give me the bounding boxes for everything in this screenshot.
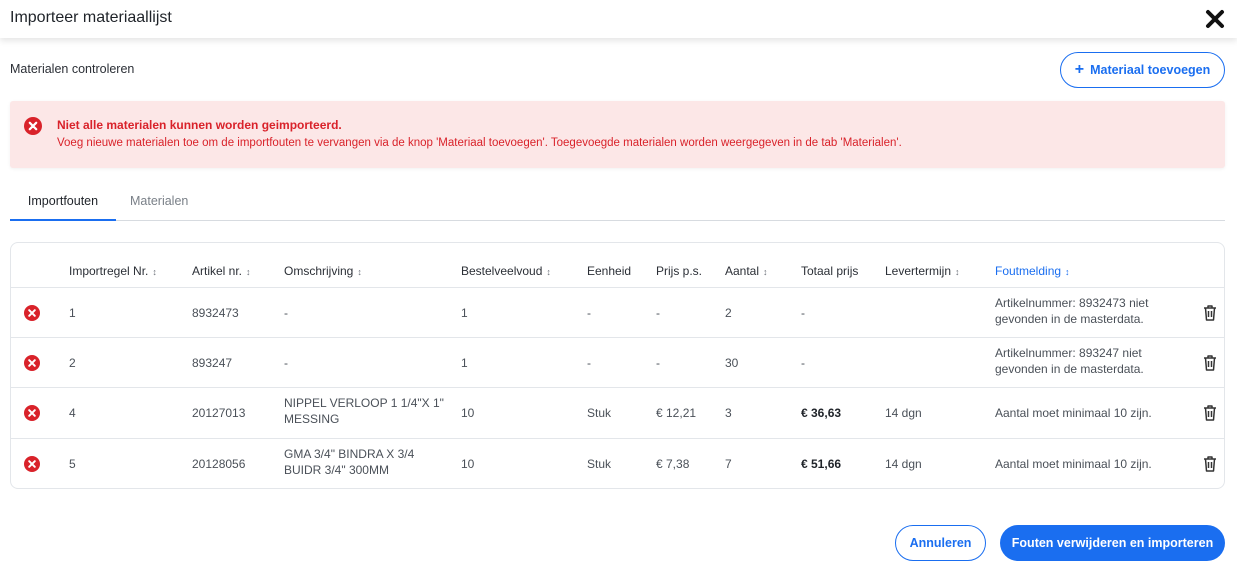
column-header-bestelveelvoud[interactable]: Bestelveelvoud ↕ [461, 264, 551, 278]
cell-omschrijving: GMA 3/4" BINDRA X 3/4 BUIDR 3/4" 300MM [284, 447, 415, 477]
cell-omschrijving: - [284, 356, 288, 370]
cell-prijs: € 12,21 [656, 406, 697, 420]
trash-icon[interactable] [1202, 354, 1218, 371]
column-header-totaal: Totaal prijs [801, 264, 859, 278]
cell-bestelveelvoud: 1 [461, 356, 468, 370]
sort-icon: ↕ [1065, 267, 1070, 277]
cell-totaal: € 36,63 [801, 406, 842, 420]
cell-bestelveelvoud: 10 [461, 457, 475, 471]
cell-eenheid: - [587, 356, 591, 370]
cell-foutmelding: Artikelnummer: 8932473 niet gevonden in … [995, 296, 1149, 326]
table-row: 5 20128056 GMA 3/4" BINDRA X 3/4 BUIDR 3… [11, 438, 1224, 488]
tab-bar: Importfouten Materialen [10, 190, 1225, 221]
error-circle-icon [24, 405, 40, 421]
column-header-prijs: Prijs p.s. [656, 264, 703, 278]
cell-artikel: 893247 [192, 356, 233, 370]
cell-nr: 1 [69, 306, 76, 320]
import-errors-table: Importregel Nr. ↕ Artikel nr. ↕ Omschrijvi… [10, 242, 1225, 489]
error-circle-icon [24, 305, 40, 321]
sort-icon: ↕ [246, 267, 251, 277]
table-row: 4 20127013 NIPPEL VERLOOP 1 1/4"X 1" MES… [11, 387, 1224, 437]
sort-icon: ↕ [152, 267, 157, 277]
cell-aantal: 30 [725, 356, 739, 370]
sort-icon: ↕ [357, 267, 362, 277]
sort-icon: ↕ [955, 267, 960, 277]
cell-foutmelding: Artikelnummer: 893247 niet gevonden in d… [995, 346, 1144, 376]
column-header-omschrijving[interactable]: Omschrijving ↕ [284, 264, 362, 278]
cell-bestelveelvoud: 1 [461, 306, 468, 320]
cell-aantal: 3 [725, 406, 732, 420]
cell-levertermijn: 14 dgn [885, 457, 922, 471]
table-row: 2 893247 - 1 - - 30 - Artikelnummer: 893… [11, 337, 1224, 387]
column-header-aantal[interactable]: Aantal ↕ [725, 264, 768, 278]
error-circle-icon [24, 355, 40, 371]
cell-prijs: - [656, 356, 660, 370]
column-header-eenheid: Eenheid [587, 264, 632, 278]
cell-totaal: - [801, 356, 805, 370]
sort-icon: ↕ [546, 267, 551, 277]
error-circle-icon [24, 117, 42, 135]
cell-artikel: 20128056 [192, 457, 246, 471]
cell-omschrijving: - [284, 306, 288, 320]
cell-aantal: 7 [725, 457, 732, 471]
dialog-header: Importeer materiaallijst [0, 0, 1237, 38]
remove-errors-and-import-button[interactable]: Fouten verwijderen en importeren [1000, 525, 1225, 561]
sort-icon: ↕ [763, 267, 768, 277]
cell-eenheid: - [587, 306, 591, 320]
cell-foutmelding: Aantal moet minimaal 10 zijn. [995, 457, 1152, 471]
cell-foutmelding: Aantal moet minimaal 10 zijn. [995, 406, 1152, 420]
trash-icon[interactable] [1202, 304, 1218, 321]
column-header-foutmelding[interactable]: Foutmelding ↕ [995, 264, 1070, 278]
add-material-label: Materiaal toevoegen [1090, 63, 1211, 77]
column-header-importregel[interactable]: Importregel Nr. ↕ [69, 264, 157, 278]
cell-artikel: 8932473 [192, 306, 239, 320]
cell-totaal: € 51,66 [801, 457, 842, 471]
cell-aantal: 2 [725, 306, 732, 320]
table-row: 1 8932473 - 1 - - 2 - Artikelnummer: 893… [11, 288, 1224, 338]
trash-icon[interactable] [1202, 404, 1218, 421]
tab-importfouten[interactable]: Importfouten [10, 194, 116, 221]
cell-omschrijving: NIPPEL VERLOOP 1 1/4"X 1" MESSING [284, 396, 444, 426]
column-header-artikel[interactable]: Artikel nr. ↕ [192, 264, 251, 278]
dialog-title: Importeer materiaallijst [10, 9, 172, 26]
alert-message: Voeg nieuwe materialen toe om de importf… [57, 137, 902, 149]
trash-icon[interactable] [1202, 455, 1218, 472]
error-alert: Niet alle materialen kunnen worden geimp… [10, 101, 1225, 168]
cell-prijs: - [656, 306, 660, 320]
column-header-levertermijn[interactable]: Levertermijn ↕ [885, 264, 960, 278]
cell-bestelveelvoud: 10 [461, 406, 475, 420]
cell-prijs: € 7,38 [656, 457, 690, 471]
error-circle-icon [24, 456, 40, 472]
cell-nr: 4 [69, 406, 76, 420]
cell-levertermijn: 14 dgn [885, 406, 922, 420]
tab-materialen[interactable]: Materialen [130, 194, 188, 208]
section-subtitle: Materialen controleren [10, 62, 135, 76]
cell-artikel: 20127013 [192, 406, 246, 420]
cell-eenheid: Stuk [587, 406, 612, 420]
cell-nr: 5 [69, 457, 76, 471]
cell-nr: 2 [69, 356, 76, 370]
cancel-button[interactable]: Annuleren [895, 525, 986, 561]
alert-title: Niet alle materialen kunnen worden geimp… [57, 118, 342, 132]
cell-eenheid: Stuk [587, 457, 612, 471]
close-icon[interactable] [1205, 9, 1225, 29]
plus-icon: + [1074, 61, 1085, 78]
add-material-button[interactable]: + Materiaal toevoegen [1060, 52, 1225, 88]
cell-totaal: - [801, 306, 805, 320]
